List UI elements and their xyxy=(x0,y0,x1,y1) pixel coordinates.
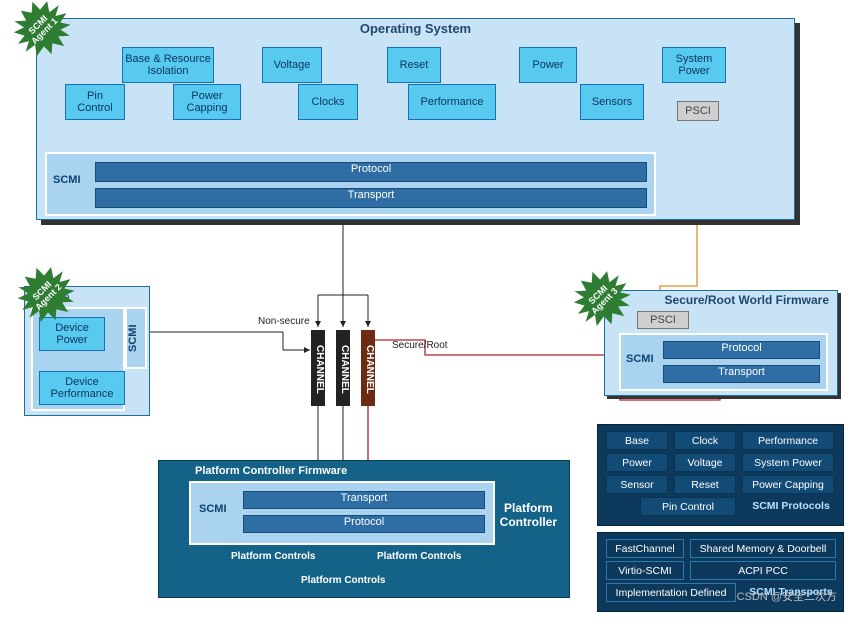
proto-base: Base xyxy=(606,431,668,450)
comp-base-resource-isolation: Base & Resource Isolation xyxy=(122,47,214,83)
proto-sensor: Sensor xyxy=(606,475,668,494)
proto-perf: Performance xyxy=(742,431,834,450)
os-protocol-bar: Protocol xyxy=(95,162,647,182)
secure-root-label: Secure/Root xyxy=(392,340,448,351)
comp-pin-control: Pin Control xyxy=(65,84,125,120)
secure-world-transport: Transport xyxy=(663,365,820,383)
non-secure-label: Non-secure xyxy=(258,316,310,327)
secure-world-scmi-label: SCMI xyxy=(626,353,654,365)
proto-reset: Reset xyxy=(674,475,736,494)
proto-pinctrl: Pin Control xyxy=(640,497,736,516)
trans-shared-mem: Shared Memory & Doorbell xyxy=(690,539,836,558)
secure-world-block: Secure/Root World Firmware PSCI SCMI Pro… xyxy=(604,290,838,396)
os-scmi-label: SCMI xyxy=(53,174,81,186)
device-scmi-vert: SCMI xyxy=(125,307,147,369)
proto-clock: Clock xyxy=(674,431,736,450)
secure-world-title: Secure/Root World Firmware xyxy=(665,293,829,307)
trans-virtio: Virtio-SCMI xyxy=(606,561,684,580)
device-subframe: Device Power Device Performance xyxy=(31,307,125,411)
comp-power-capping: Power Capping xyxy=(173,84,241,120)
comp-voltage: Voltage xyxy=(262,47,322,83)
platform-controller-scmi-frame: SCMI Transport Protocol xyxy=(189,481,495,545)
proto-cap: Power Capping xyxy=(742,475,834,494)
platform-controller-label: Platform Controller xyxy=(500,501,557,529)
trans-acpi-pcc: ACPI PCC xyxy=(690,561,836,580)
trans-impl-def: Implementation Defined xyxy=(606,583,736,602)
platform-controller-protocol: Protocol xyxy=(243,515,485,533)
platform-controller-transport: Transport xyxy=(243,491,485,509)
operating-system-title: Operating System xyxy=(37,21,794,36)
proto-power: Power xyxy=(606,453,668,472)
platform-controls-right: Platform Controls xyxy=(377,551,461,562)
platform-controls-bottom: Platform Controls xyxy=(301,575,385,586)
comp-sensors: Sensors xyxy=(580,84,644,120)
comp-power: Power xyxy=(519,47,577,83)
channel-secure: CHANNEL xyxy=(361,330,375,406)
star-agent-1-label: SCMI Agent 1 xyxy=(24,10,60,46)
secure-world-protocol: Protocol xyxy=(663,341,820,359)
scmi-protocols-panel: Base Clock Performance Power Voltage Sys… xyxy=(597,424,844,526)
os-scmi-frame: SCMI Protocol Transport xyxy=(45,152,656,216)
csdn-watermark: CSDN @安全二次方 xyxy=(737,588,837,604)
proto-voltage: Voltage xyxy=(674,453,736,472)
channel-nonsecure-2: CHANNEL xyxy=(336,330,350,406)
os-transport-bar: Transport xyxy=(95,188,647,208)
device-performance-box: Device Performance xyxy=(39,371,125,405)
operating-system-block: Operating System Base & Resource Isolati… xyxy=(36,18,795,220)
comp-performance: Performance xyxy=(408,84,496,120)
platform-controller-block: Platform Controller Firmware Platform Co… xyxy=(158,460,570,598)
platform-controller-scmi-label: SCMI xyxy=(199,503,227,515)
trans-fastchannel: FastChannel xyxy=(606,539,684,558)
comp-psci: PSCI xyxy=(677,101,719,121)
proto-syspower: System Power xyxy=(742,453,834,472)
star-agent-2-label: SCMI Agent 2 xyxy=(28,276,64,312)
comp-clocks: Clocks xyxy=(298,84,358,120)
platform-controller-fw-title: Platform Controller Firmware xyxy=(195,465,347,477)
comp-system-power: System Power xyxy=(662,47,726,83)
protocols-panel-title: SCMI Protocols xyxy=(746,500,836,512)
secure-world-psci: PSCI xyxy=(637,311,689,329)
channel-nonsecure-1: CHANNEL xyxy=(311,330,325,406)
comp-reset: Reset xyxy=(387,47,441,83)
device-power-box: Device Power xyxy=(39,317,105,351)
secure-world-scmi-frame: SCMI Protocol Transport xyxy=(619,333,828,391)
platform-controls-left: Platform Controls xyxy=(231,551,315,562)
star-agent-3-label: SCMI Agent 3 xyxy=(584,280,620,316)
